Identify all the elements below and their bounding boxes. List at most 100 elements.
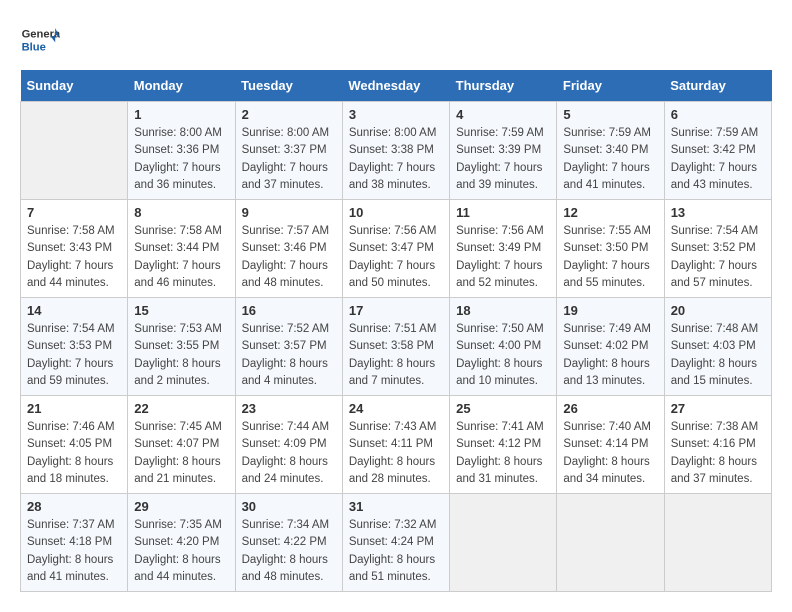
day-number: 19 (563, 303, 657, 318)
day-number: 24 (349, 401, 443, 416)
daylight-text: Daylight: 8 hours (134, 554, 220, 566)
calendar-cell: 5 Sunrise: 7:59 AM Sunset: 3:40 PM Dayli… (557, 102, 664, 200)
day-number: 8 (134, 205, 228, 220)
weekday-header-tuesday: Tuesday (235, 70, 342, 102)
sunrise-text: Sunrise: 7:53 AM (134, 323, 222, 335)
svg-text:Blue: Blue (22, 41, 46, 53)
sunset-text: Sunset: 3:53 PM (27, 340, 112, 352)
day-info: Sunrise: 7:41 AM Sunset: 4:12 PM Dayligh… (456, 419, 550, 488)
sunset-text: Sunset: 3:43 PM (27, 242, 112, 254)
calendar-cell: 2 Sunrise: 8:00 AM Sunset: 3:37 PM Dayli… (235, 102, 342, 200)
daylight-minutes-text: and 10 minutes. (456, 375, 538, 387)
day-number: 23 (242, 401, 336, 416)
daylight-text: Daylight: 7 hours (27, 358, 113, 370)
daylight-minutes-text: and 24 minutes. (242, 473, 324, 485)
day-number: 17 (349, 303, 443, 318)
daylight-text: Daylight: 8 hours (27, 554, 113, 566)
day-info: Sunrise: 7:53 AM Sunset: 3:55 PM Dayligh… (134, 321, 228, 390)
calendar-cell: 8 Sunrise: 7:58 AM Sunset: 3:44 PM Dayli… (128, 200, 235, 298)
weekday-header-friday: Friday (557, 70, 664, 102)
sunrise-text: Sunrise: 7:32 AM (349, 519, 437, 531)
sunset-text: Sunset: 4:16 PM (671, 438, 756, 450)
calendar-cell (664, 494, 771, 592)
daylight-minutes-text: and 48 minutes. (242, 571, 324, 583)
sunset-text: Sunset: 4:11 PM (349, 438, 433, 450)
day-info: Sunrise: 7:58 AM Sunset: 3:43 PM Dayligh… (27, 223, 121, 292)
page-header: General Blue (20, 20, 772, 60)
calendar-cell: 26 Sunrise: 7:40 AM Sunset: 4:14 PM Dayl… (557, 396, 664, 494)
calendar-cell: 12 Sunrise: 7:55 AM Sunset: 3:50 PM Dayl… (557, 200, 664, 298)
day-info: Sunrise: 7:45 AM Sunset: 4:07 PM Dayligh… (134, 419, 228, 488)
daylight-text: Daylight: 7 hours (456, 260, 542, 272)
sunset-text: Sunset: 3:50 PM (563, 242, 648, 254)
daylight-text: Daylight: 7 hours (349, 162, 435, 174)
calendar-cell: 23 Sunrise: 7:44 AM Sunset: 4:09 PM Dayl… (235, 396, 342, 494)
calendar-cell: 21 Sunrise: 7:46 AM Sunset: 4:05 PM Dayl… (21, 396, 128, 494)
calendar-cell: 7 Sunrise: 7:58 AM Sunset: 3:43 PM Dayli… (21, 200, 128, 298)
calendar-week-row: 21 Sunrise: 7:46 AM Sunset: 4:05 PM Dayl… (21, 396, 772, 494)
day-number: 10 (349, 205, 443, 220)
sunset-text: Sunset: 4:24 PM (349, 536, 434, 548)
day-number: 5 (563, 107, 657, 122)
sunset-text: Sunset: 4:05 PM (27, 438, 112, 450)
daylight-minutes-text: and 4 minutes. (242, 375, 317, 387)
calendar-week-row: 1 Sunrise: 8:00 AM Sunset: 3:36 PM Dayli… (21, 102, 772, 200)
day-info: Sunrise: 8:00 AM Sunset: 3:38 PM Dayligh… (349, 125, 443, 194)
sunrise-text: Sunrise: 7:59 AM (563, 127, 651, 139)
sunset-text: Sunset: 3:39 PM (456, 144, 541, 156)
sunrise-text: Sunrise: 7:35 AM (134, 519, 222, 531)
sunrise-text: Sunrise: 7:38 AM (671, 421, 759, 433)
daylight-minutes-text: and 28 minutes. (349, 473, 431, 485)
daylight-text: Daylight: 7 hours (134, 260, 220, 272)
day-info: Sunrise: 7:46 AM Sunset: 4:05 PM Dayligh… (27, 419, 121, 488)
sunset-text: Sunset: 4:00 PM (456, 340, 541, 352)
day-info: Sunrise: 7:52 AM Sunset: 3:57 PM Dayligh… (242, 321, 336, 390)
day-number: 7 (27, 205, 121, 220)
day-number: 15 (134, 303, 228, 318)
day-info: Sunrise: 7:56 AM Sunset: 3:47 PM Dayligh… (349, 223, 443, 292)
daylight-minutes-text: and 48 minutes. (242, 277, 324, 289)
sunrise-text: Sunrise: 7:51 AM (349, 323, 437, 335)
day-number: 11 (456, 205, 550, 220)
day-info: Sunrise: 7:55 AM Sunset: 3:50 PM Dayligh… (563, 223, 657, 292)
day-info: Sunrise: 7:49 AM Sunset: 4:02 PM Dayligh… (563, 321, 657, 390)
daylight-text: Daylight: 8 hours (563, 456, 649, 468)
calendar-cell: 15 Sunrise: 7:53 AM Sunset: 3:55 PM Dayl… (128, 298, 235, 396)
sunrise-text: Sunrise: 7:56 AM (349, 225, 437, 237)
day-number: 14 (27, 303, 121, 318)
sunrise-text: Sunrise: 7:37 AM (27, 519, 115, 531)
day-number: 4 (456, 107, 550, 122)
sunrise-text: Sunrise: 7:59 AM (456, 127, 544, 139)
daylight-text: Daylight: 7 hours (242, 162, 328, 174)
sunset-text: Sunset: 3:49 PM (456, 242, 541, 254)
sunrise-text: Sunrise: 7:44 AM (242, 421, 330, 433)
day-number: 27 (671, 401, 765, 416)
sunset-text: Sunset: 3:52 PM (671, 242, 756, 254)
sunrise-text: Sunrise: 7:34 AM (242, 519, 330, 531)
sunset-text: Sunset: 3:40 PM (563, 144, 648, 156)
daylight-text: Daylight: 7 hours (134, 162, 220, 174)
day-info: Sunrise: 7:54 AM Sunset: 3:52 PM Dayligh… (671, 223, 765, 292)
sunrise-text: Sunrise: 7:48 AM (671, 323, 759, 335)
weekday-header-row: SundayMondayTuesdayWednesdayThursdayFrid… (21, 70, 772, 102)
day-info: Sunrise: 7:43 AM Sunset: 4:11 PM Dayligh… (349, 419, 443, 488)
sunset-text: Sunset: 4:20 PM (134, 536, 219, 548)
daylight-minutes-text: and 36 minutes. (134, 179, 216, 191)
daylight-text: Daylight: 7 hours (242, 260, 328, 272)
sunset-text: Sunset: 3:44 PM (134, 242, 219, 254)
daylight-text: Daylight: 8 hours (671, 456, 757, 468)
sunrise-text: Sunrise: 7:54 AM (27, 323, 115, 335)
day-info: Sunrise: 7:44 AM Sunset: 4:09 PM Dayligh… (242, 419, 336, 488)
daylight-text: Daylight: 7 hours (456, 162, 542, 174)
sunrise-text: Sunrise: 8:00 AM (134, 127, 222, 139)
calendar-cell: 22 Sunrise: 7:45 AM Sunset: 4:07 PM Dayl… (128, 396, 235, 494)
daylight-text: Daylight: 8 hours (456, 456, 542, 468)
daylight-minutes-text: and 37 minutes. (242, 179, 324, 191)
day-number: 25 (456, 401, 550, 416)
calendar-cell: 28 Sunrise: 7:37 AM Sunset: 4:18 PM Dayl… (21, 494, 128, 592)
sunset-text: Sunset: 4:12 PM (456, 438, 541, 450)
daylight-text: Daylight: 7 hours (27, 260, 113, 272)
sunset-text: Sunset: 3:38 PM (349, 144, 434, 156)
sunrise-text: Sunrise: 7:49 AM (563, 323, 651, 335)
day-number: 18 (456, 303, 550, 318)
